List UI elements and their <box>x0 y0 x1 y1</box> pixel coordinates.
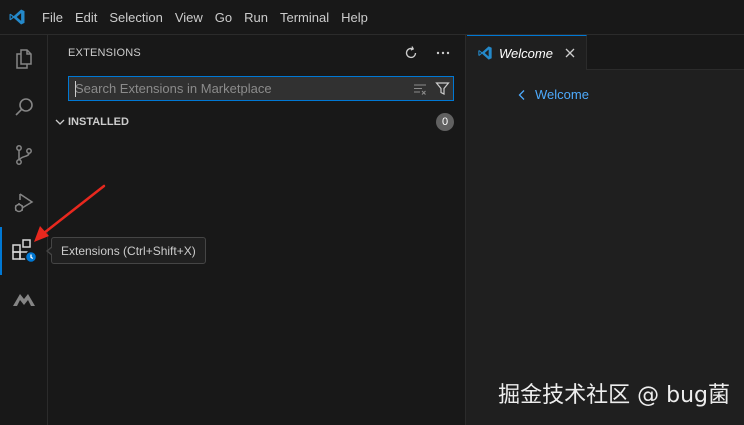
installed-count-badge: 0 <box>436 113 454 131</box>
text-caret <box>75 81 76 97</box>
installed-section-header[interactable]: INSTALLED 0 <box>48 111 466 133</box>
activity-codemaker[interactable] <box>0 275 48 323</box>
editor-tabs: Welcome <box>467 35 744 70</box>
activity-explorer[interactable] <box>0 35 48 83</box>
filter-icon <box>434 82 450 95</box>
run-debug-icon <box>14 193 34 213</box>
activity-extensions[interactable] <box>0 227 48 275</box>
extensions-icon <box>12 239 38 264</box>
refresh-icon <box>405 45 417 58</box>
clear-filter-button[interactable] <box>409 77 431 100</box>
activity-bar <box>0 35 48 425</box>
extensions-search-input[interactable] <box>69 77 409 100</box>
menu-view[interactable]: View <box>169 0 209 35</box>
title-bar: File Edit Selection View Go Run Terminal… <box>0 0 744 35</box>
search-icon <box>15 98 33 116</box>
welcome-back-label: Welcome <box>535 87 589 102</box>
menu-edit[interactable]: Edit <box>69 0 103 35</box>
menu-selection[interactable]: Selection <box>103 0 168 35</box>
source-control-icon <box>16 145 32 165</box>
clear-list-icon <box>414 83 426 95</box>
menu-run[interactable]: Run <box>238 0 274 35</box>
menu-terminal[interactable]: Terminal <box>274 0 335 35</box>
watermark: 掘金技术社区 @ bug菌 <box>498 383 730 408</box>
welcome-back-link[interactable]: Welcome <box>517 87 589 102</box>
extensions-sidebar: EXTENSIONS Search Extensions in Marketpl… <box>48 35 466 425</box>
menu-file[interactable]: File <box>36 0 69 35</box>
chevron-down-icon <box>48 116 68 128</box>
tab-welcome[interactable]: Welcome <box>467 35 587 70</box>
editor-area: Welcome Welcome <box>467 35 744 425</box>
activity-source-control[interactable] <box>0 131 48 179</box>
menu-go[interactable]: Go <box>209 0 238 35</box>
extensions-search-box <box>68 76 454 101</box>
menu-bar: File Edit Selection View Go Run Terminal… <box>34 0 374 35</box>
refresh-button[interactable] <box>400 42 422 64</box>
chevron-left-icon <box>518 89 525 100</box>
close-icon[interactable] <box>562 45 578 61</box>
ellipsis-icon <box>436 51 450 54</box>
sidebar-title: EXTENSIONS <box>68 46 141 59</box>
installed-section-title: INSTALLED <box>68 116 129 128</box>
filter-button[interactable] <box>431 77 453 100</box>
activity-search[interactable] <box>0 83 48 131</box>
m-logo-icon <box>13 294 35 306</box>
more-actions-button[interactable] <box>432 42 454 64</box>
vscode-tab-icon <box>478 46 492 60</box>
tab-welcome-label: Welcome <box>499 45 553 61</box>
extensions-tooltip: Extensions (Ctrl+Shift+X) <box>46 237 206 264</box>
activity-run-debug[interactable] <box>0 179 48 227</box>
vscode-logo-icon <box>0 0 34 35</box>
sidebar-header: EXTENSIONS <box>48 35 466 70</box>
menu-help[interactable]: Help <box>335 0 374 35</box>
files-icon <box>16 49 32 69</box>
